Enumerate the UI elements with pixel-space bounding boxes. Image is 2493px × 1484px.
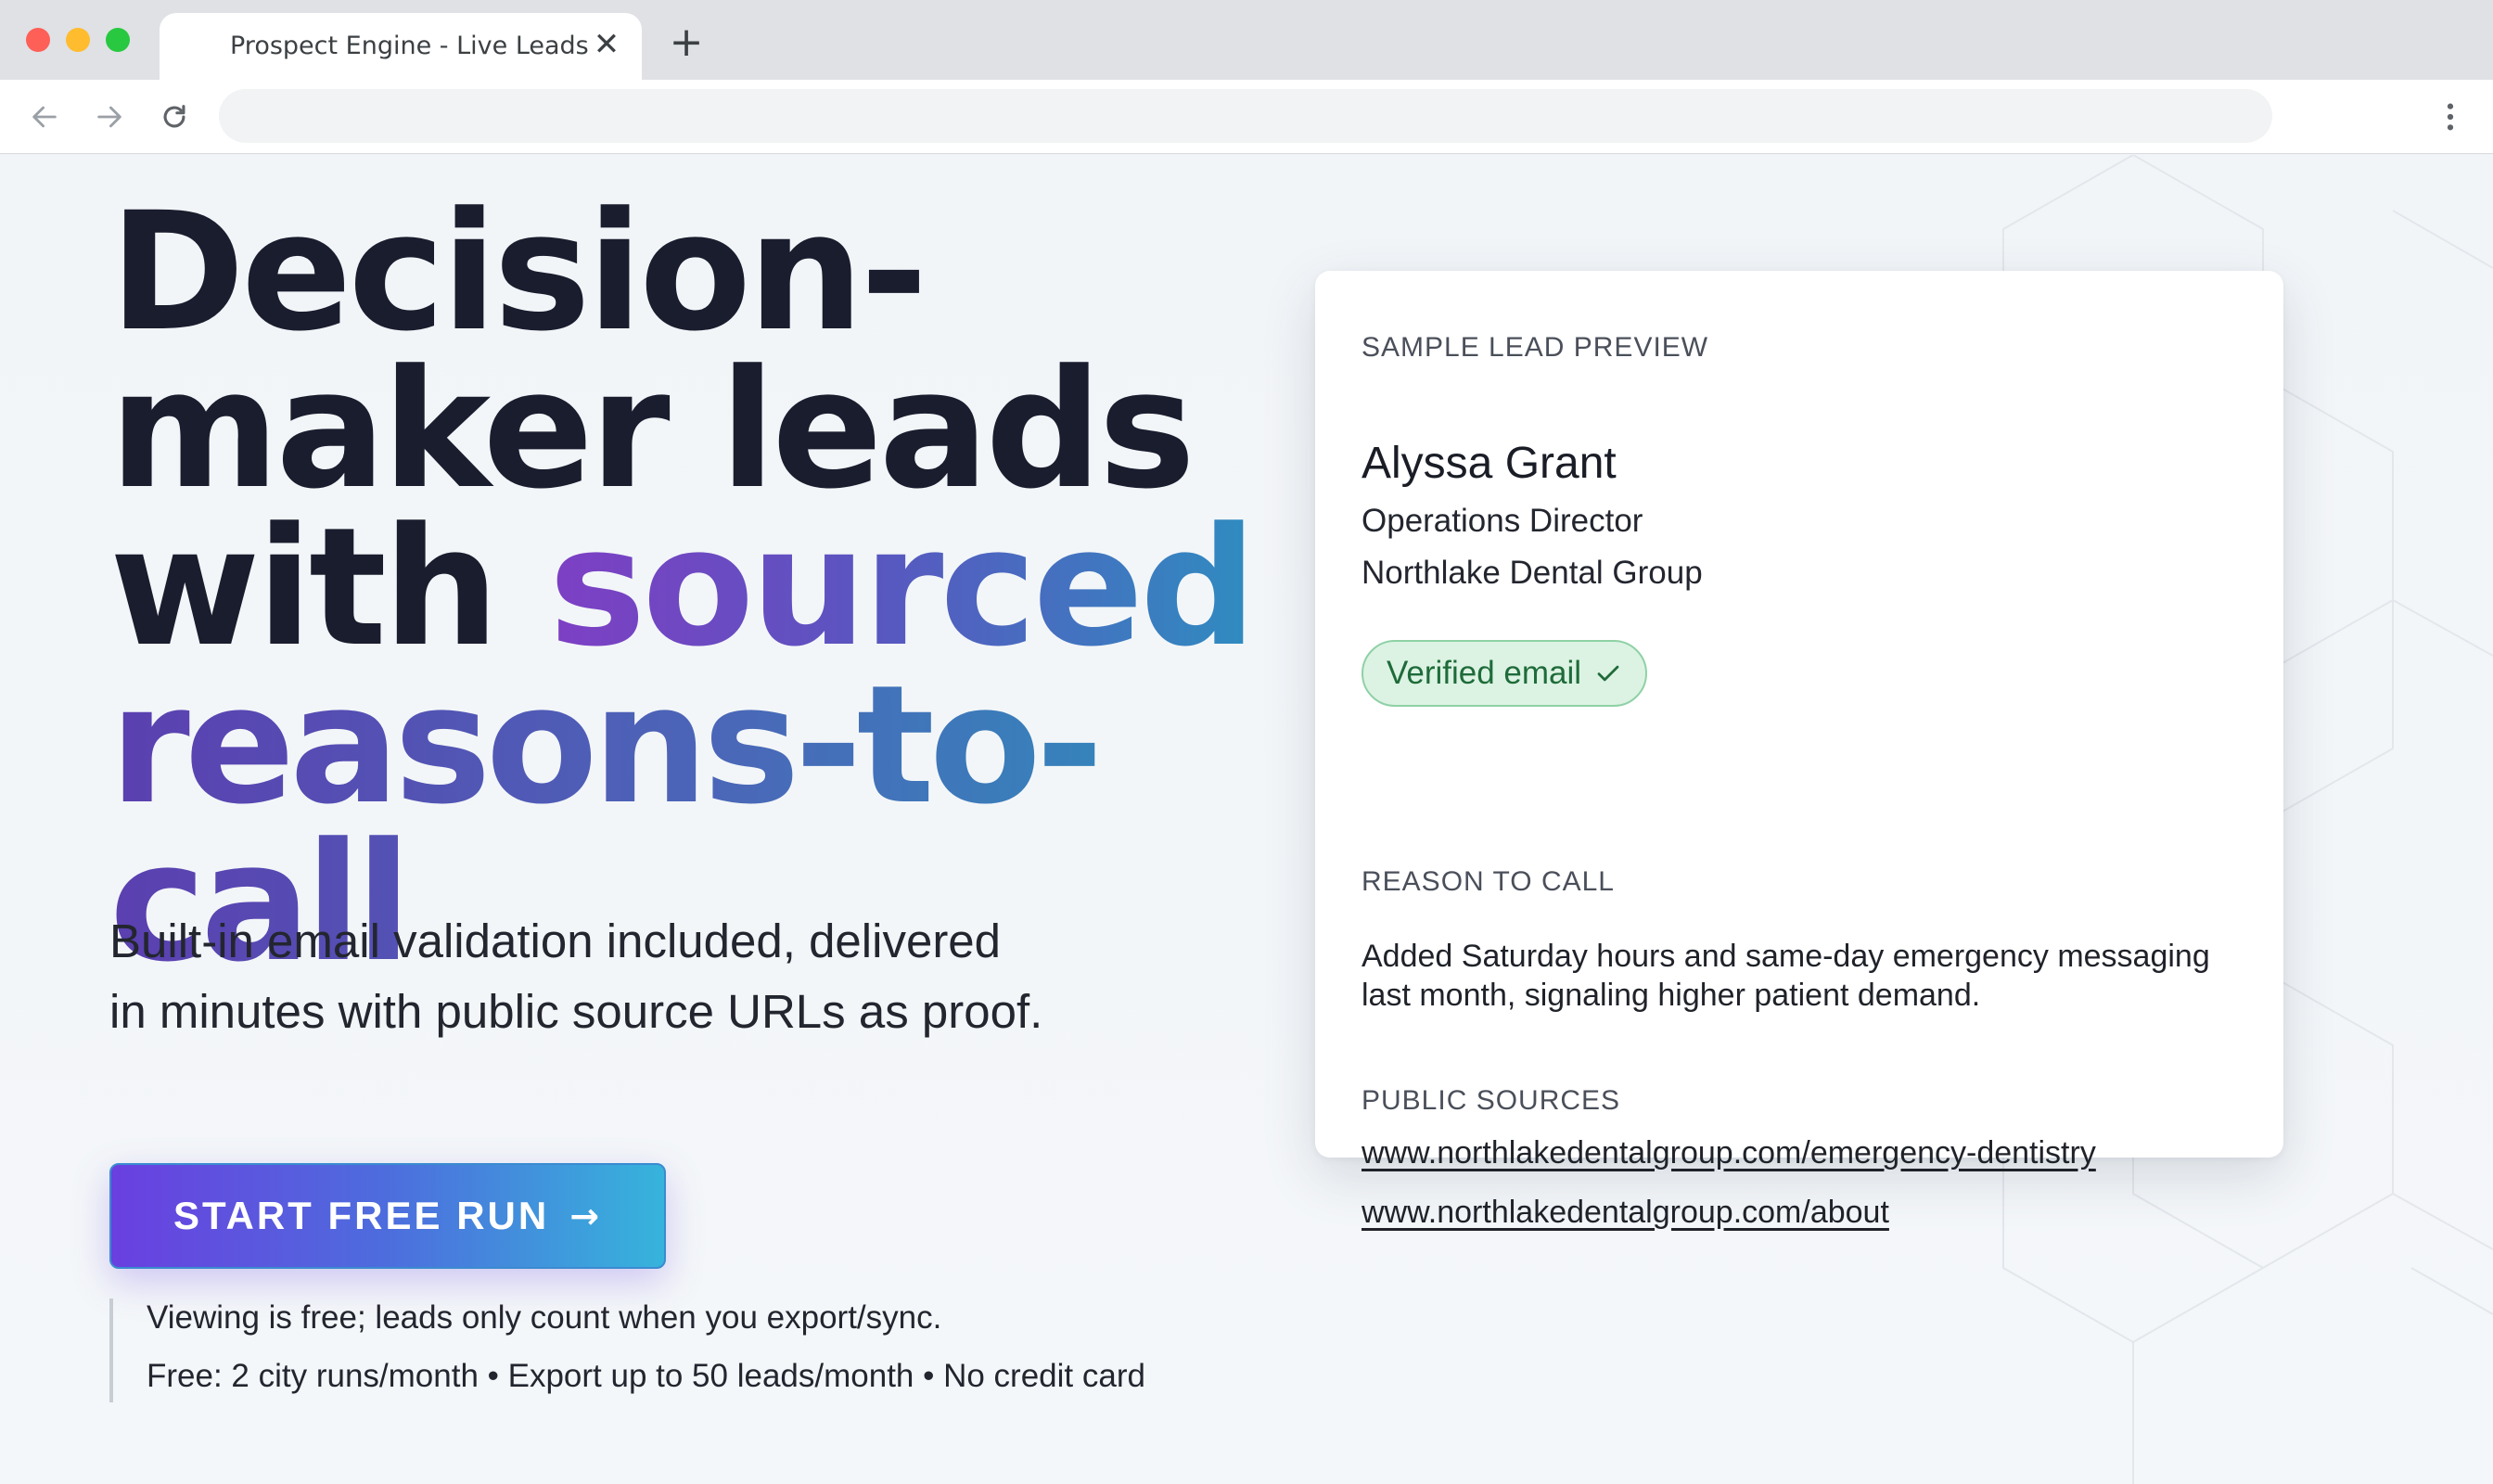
back-arrow-icon[interactable] — [24, 96, 65, 137]
reason-text: Added Saturday hours and same-day emerge… — [1362, 939, 2210, 1013]
pricing-note-2: Free: 2 city runs/month • Export up to 5… — [147, 1358, 1145, 1394]
headline-line-1: Decision- — [109, 177, 927, 367]
window-minimize-dot[interactable] — [66, 28, 90, 52]
forward-arrow-icon[interactable] — [89, 96, 130, 137]
card-eyebrow: SAMPLE LEAD PREVIEW — [1362, 332, 1709, 363]
note-divider — [109, 1298, 113, 1402]
active-tab[interactable]: Prospect Engine - Live Leads ✕ — [160, 13, 642, 80]
source-link[interactable]: www.northlakedentalgroup.com/about — [1362, 1195, 1889, 1231]
headline-line-2: maker leads — [109, 335, 1195, 525]
checkmark-icon — [1594, 659, 1622, 687]
browser-toolbar — [0, 80, 2493, 154]
arrow-right-icon: → — [569, 1196, 603, 1236]
new-tab-icon[interactable]: + — [666, 22, 707, 65]
tab-close-icon[interactable]: ✕ — [590, 28, 623, 61]
reason-label: REASON TO CALL — [1362, 866, 1615, 897]
lead-title: Operations Director — [1362, 503, 1643, 539]
subhead-line-1: Built-in email validation included, deli… — [109, 915, 1002, 967]
badge-label: Verified email — [1386, 655, 1582, 691]
tab-bar: Prospect Engine - Live Leads ✕ + — [0, 0, 2493, 80]
lead-name: Alyssa Grant — [1362, 439, 1617, 488]
sample-lead-card: SAMPLE LEAD PREVIEW Alyssa Grant Operati… — [1315, 271, 2283, 1230]
verified-email-badge: Verified email — [1362, 640, 1647, 707]
start-free-run-button[interactable]: START FREE RUN → — [109, 1163, 666, 1269]
sources-label: PUBLIC SOURCES — [1362, 1085, 1621, 1116]
reload-icon[interactable] — [154, 96, 195, 137]
page-content: Decision- maker leads with sourced reaso… — [0, 155, 2493, 1484]
subhead-line-2: in minutes with public source URLs as pr… — [109, 985, 1043, 1038]
more-vert-icon[interactable] — [2430, 96, 2471, 137]
address-bar[interactable] — [219, 89, 2272, 143]
hero-subhead: Built-in email validation included, deli… — [109, 906, 1130, 1047]
headline-line-3: with sourced — [109, 506, 1315, 670]
window-close-dot[interactable] — [26, 28, 50, 52]
pricing-note-1: Viewing is free; leads only count when y… — [147, 1299, 942, 1336]
lead-company: Northlake Dental Group — [1362, 555, 1703, 591]
window-zoom-dot[interactable] — [106, 28, 130, 52]
source-link[interactable]: www.northlakedentalgroup.com/emergency-d… — [1362, 1135, 2096, 1171]
hero-headline: Decision- maker leads with sourced reaso… — [109, 177, 1315, 985]
cta-label: START FREE RUN — [173, 1194, 550, 1237]
tab-title: Prospect Engine - Live Leads — [230, 32, 589, 60]
